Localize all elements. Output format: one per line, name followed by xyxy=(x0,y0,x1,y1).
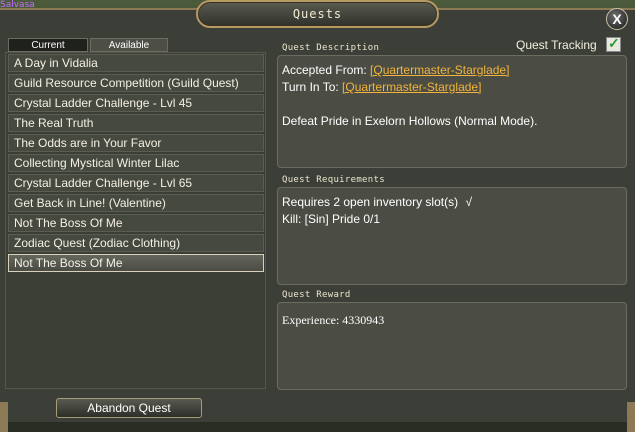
requirement-met-icon: √ xyxy=(465,195,473,209)
quest-list-item[interactable]: The Odds are in Your Favor xyxy=(8,134,264,152)
quest-list-item[interactable]: Not The Boss Of Me xyxy=(8,214,264,232)
quest-reward-title: Quest Reward xyxy=(282,290,351,300)
quest-reward-panel: Experience: 4330943 xyxy=(277,302,627,390)
quest-tracking-checkbox[interactable]: ✓ xyxy=(606,35,621,52)
quest-list-item[interactable]: Zodiac Quest (Zodiac Clothing) xyxy=(8,234,264,252)
close-button[interactable]: X xyxy=(606,8,628,30)
tab-current[interactable]: Current xyxy=(8,38,88,52)
quest-description-title: Quest Description xyxy=(282,43,380,53)
quest-list-item[interactable]: A Day in Vidalia xyxy=(8,54,264,72)
frame-corner-left xyxy=(0,402,8,432)
quest-tracking-label: Quest Tracking xyxy=(516,38,597,52)
frame-corner-right xyxy=(627,402,635,432)
quest-list-item[interactable]: Crystal Ladder Challenge - Lvl 65 xyxy=(8,174,264,192)
abandon-quest-button[interactable]: Abandon Quest xyxy=(56,398,202,418)
close-icon: X xyxy=(612,11,622,27)
window-title-plate: Quests xyxy=(196,0,439,28)
quest-list-item[interactable]: Get Back in Line! (Valentine) xyxy=(8,194,264,212)
inventory-requirement-text: Requires 2 open inventory slot(s) xyxy=(282,195,459,209)
quest-list-item[interactable]: Collecting Mystical Winter Lilac xyxy=(8,154,264,172)
accepted-from-npc-link[interactable]: [Quartermaster-Starglade] xyxy=(370,63,509,77)
quest-requirements-title: Quest Requirements xyxy=(282,175,385,185)
experience-reward-text: Experience: 4330943 xyxy=(282,313,385,327)
quest-list-item[interactable]: Crystal Ladder Challenge - Lvl 45 xyxy=(8,94,264,112)
turn-in-label: Turn In To: xyxy=(282,80,339,94)
accepted-from-label: Accepted From: xyxy=(282,63,367,77)
turn-in-npc-link[interactable]: [Quartermaster-Starglade] xyxy=(342,80,481,94)
quest-list: A Day in Vidalia Guild Resource Competit… xyxy=(5,52,266,389)
window-title: Quests xyxy=(292,7,343,21)
quest-requirements-panel: Requires 2 open inventory slot(s) √ Kill… xyxy=(277,187,627,285)
quest-description-panel: Accepted From: [Quartermaster-Starglade]… xyxy=(277,55,627,168)
quest-objective-text: Defeat Pride in Exelorn Hollows (Normal … xyxy=(282,114,538,128)
quest-list-item[interactable]: Guild Resource Competition (Guild Quest) xyxy=(8,74,264,92)
kill-requirement-text: Kill: [Sin] Pride 0/1 xyxy=(282,212,381,226)
tab-available[interactable]: Available xyxy=(90,38,168,52)
checkmark-icon: ✓ xyxy=(608,35,620,51)
quest-list-item[interactable]: The Real Truth xyxy=(8,114,264,132)
quest-list-item-selected[interactable]: Not The Boss Of Me xyxy=(8,254,264,272)
